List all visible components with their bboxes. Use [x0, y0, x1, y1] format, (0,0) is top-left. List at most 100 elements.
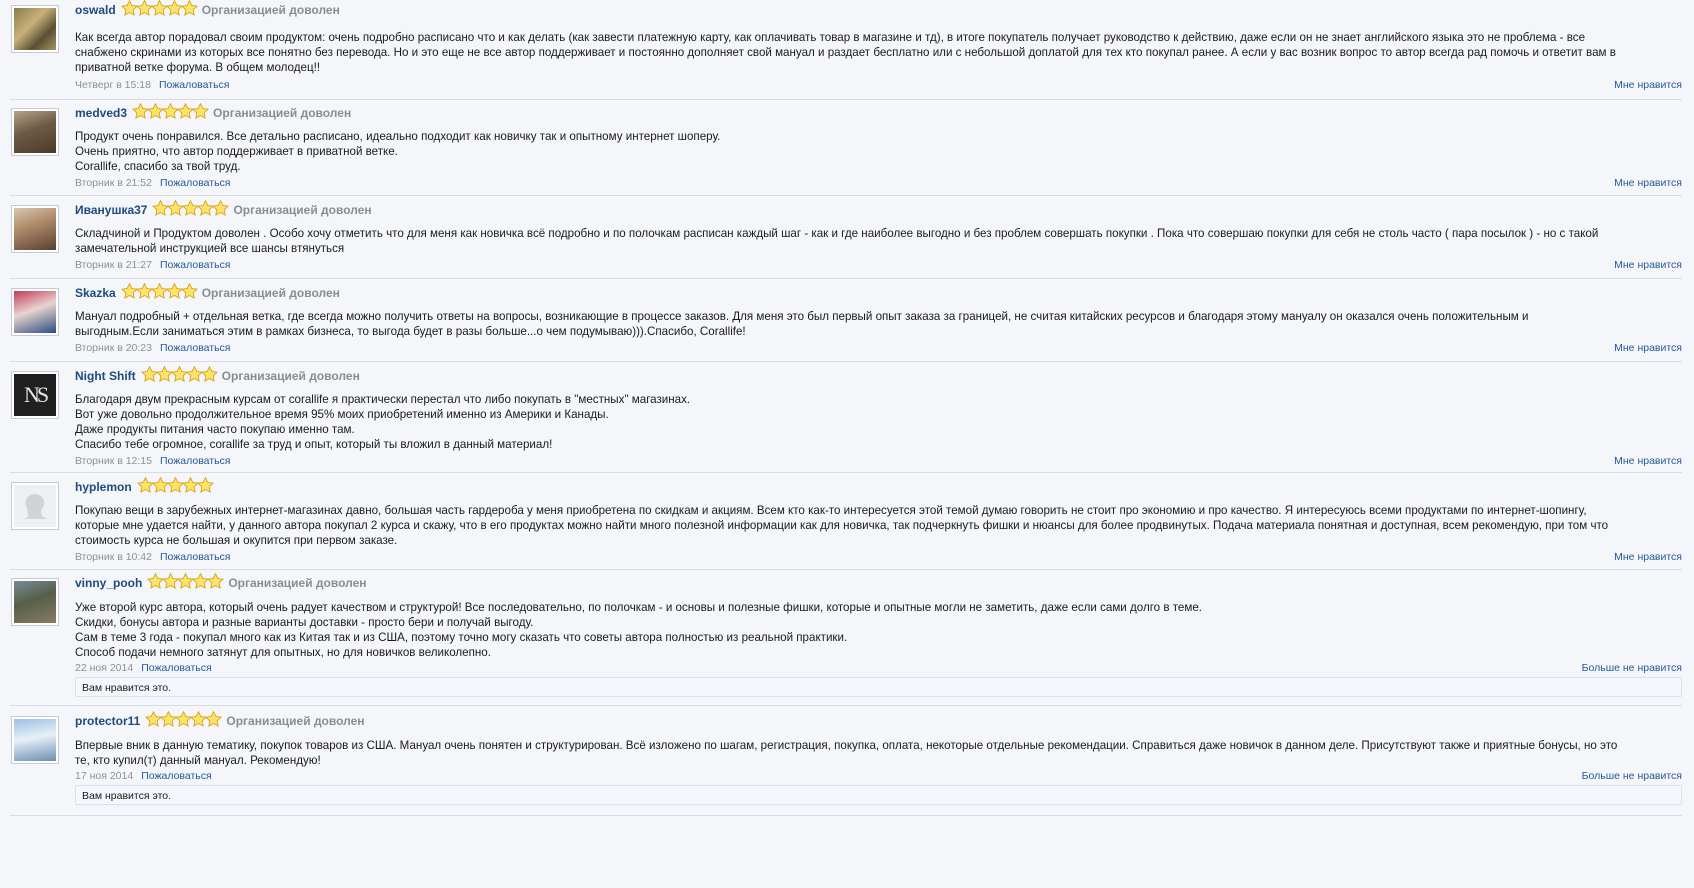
- report-link[interactable]: Пожаловаться: [141, 662, 212, 674]
- username-link[interactable]: Skazka: [75, 286, 116, 300]
- review-meta: 22 ноя 2014 Пожаловаться Больше не нравитс…: [75, 661, 1682, 675]
- review-text: Продукт очень понравился. Все детально р…: [75, 129, 1682, 174]
- review-timestamp: 22 ноя 2014: [75, 662, 134, 674]
- like-link[interactable]: Мне нравится: [1614, 176, 1682, 190]
- report-link[interactable]: Пожаловаться: [160, 455, 231, 467]
- rating-stars: [136, 477, 214, 497]
- review-meta: Вторник в 10:42 Пожаловаться Мне нравится: [75, 550, 1682, 564]
- report-link[interactable]: Пожаловаться: [160, 551, 231, 563]
- username-link[interactable]: medved3: [75, 106, 127, 120]
- star-icon: [162, 573, 180, 589]
- review-text-line: Покупаю вещи в зарубежных интернет-магаз…: [75, 504, 1587, 517]
- star-icon: [182, 200, 200, 216]
- star-icon: [180, 283, 198, 299]
- soldier-avatar[interactable]: [11, 5, 59, 53]
- username-link[interactable]: hyplemon: [75, 480, 132, 494]
- star-icon: [152, 200, 170, 216]
- review-text: Благодаря двум прекрасным курсам от cora…: [75, 392, 1682, 452]
- review-status: Организацией доволен: [201, 286, 340, 300]
- review-item: protector11 Организацией доволен Впервые в…: [10, 711, 1682, 816]
- report-link[interactable]: Пожаловаться: [159, 79, 230, 91]
- like-link[interactable]: Мне нравится: [1614, 258, 1682, 272]
- review-text-line: замечательной инструкцией все шансы втян…: [75, 242, 345, 255]
- review-item: Skazka Организацией доволен Мануал подробн…: [10, 283, 1682, 362]
- avatar-image: [14, 485, 56, 527]
- review-content: vinny_pooh Организацией доволен Уже второй…: [75, 573, 1682, 697]
- review-text-line: Продукт очень понравился. Все детально р…: [75, 130, 721, 143]
- review-content: Иванушка37 Организацией доволен Складчиной…: [75, 200, 1682, 271]
- star-icon: [147, 573, 165, 589]
- star-icon: [205, 711, 223, 727]
- like-link[interactable]: Мне нравится: [1614, 454, 1682, 468]
- report-link[interactable]: Пожаловаться: [141, 770, 212, 782]
- like-link[interactable]: Мне нравится: [1614, 78, 1682, 92]
- review-text-line: Как всегда автор порадовал своим продукт…: [75, 31, 1586, 44]
- review-timestamp: Четверг в 15:18: [75, 79, 151, 91]
- review-list: oswald Организацией доволен Как всегда авт…: [0, 0, 1694, 888]
- like-link[interactable]: Мне нравится: [1614, 341, 1682, 355]
- star-icon: [197, 200, 215, 216]
- avatar-image: NS: [14, 374, 56, 416]
- star-icon: [160, 711, 178, 727]
- default-silhouette-avatar[interactable]: [11, 482, 59, 530]
- review-meta: 17 ноя 2014 Пожаловаться Больше не нравитс…: [75, 769, 1682, 783]
- review-text: Покупаю вещи в зарубежных интернет-магаз…: [75, 503, 1682, 548]
- rating-stars: [147, 573, 225, 593]
- portrait-avatar[interactable]: [11, 205, 59, 253]
- like-link[interactable]: Мне нравится: [1614, 550, 1682, 564]
- star-icon: [120, 283, 138, 299]
- review-timestamp: Вторник в 20:23: [75, 342, 152, 354]
- review-header: hyplemon: [75, 477, 1682, 497]
- username-link[interactable]: oswald: [75, 3, 116, 17]
- review-text-line: приватной ветке форума. В общем молодец!…: [75, 61, 321, 74]
- review-text-line: Мануал подробный + отдельная ветка, где …: [75, 310, 1529, 323]
- star-icon: [177, 573, 195, 589]
- liked-note: Вам нравится это.: [75, 785, 1682, 805]
- review-timestamp: Вторник в 10:42: [75, 551, 152, 563]
- star-icon: [135, 0, 153, 16]
- review-item: oswald Организацией доволен Как всегда авт…: [10, 0, 1682, 100]
- username-link[interactable]: vinny_pooh: [75, 576, 142, 590]
- rifle-avatar[interactable]: [11, 578, 59, 626]
- review-text-line: Очень приятно, что автор поддерживает в …: [75, 145, 398, 158]
- review-header: Иванушка37 Организацией доволен: [75, 200, 1682, 220]
- report-link[interactable]: Пожаловаться: [160, 259, 231, 271]
- review-text-line: Скидки, бонусы автора и разные варианты …: [75, 616, 534, 629]
- ns-logo-avatar[interactable]: NS: [11, 371, 59, 419]
- review-meta: Вторник в 21:27 Пожаловаться Мне нравится: [75, 258, 1682, 272]
- review-status: Организацией доволен: [228, 576, 367, 590]
- star-icon: [180, 0, 198, 16]
- star-icon: [136, 477, 154, 493]
- username-link[interactable]: Night Shift: [75, 369, 136, 383]
- star-icon: [165, 0, 183, 16]
- star-icon: [162, 103, 180, 119]
- liked-note: Вам нравится это.: [75, 677, 1682, 697]
- report-link[interactable]: Пожаловаться: [160, 177, 231, 189]
- star-icon: [177, 103, 195, 119]
- star-icon: [212, 200, 230, 216]
- like-link[interactable]: Больше не нравится: [1582, 661, 1682, 675]
- avatar-image: [14, 291, 56, 333]
- report-link[interactable]: Пожаловаться: [160, 342, 231, 354]
- review-meta: Четверг в 15:18 Пожаловаться Мне нравится: [75, 78, 1682, 92]
- review-header: protector11 Организацией доволен: [75, 711, 1682, 731]
- star-icon: [192, 103, 210, 119]
- woman-sign-avatar[interactable]: [11, 288, 59, 336]
- review-status: Организацией доволен: [226, 714, 365, 728]
- like-link[interactable]: Больше не нравится: [1582, 769, 1682, 783]
- review-text-line: Благодаря двум прекрасным курсам от cora…: [75, 393, 691, 406]
- star-icon: [151, 477, 169, 493]
- username-link[interactable]: Иванушка37: [75, 203, 147, 217]
- review-text-line: те, кто купил(т) данный мануал. Рекоменд…: [75, 754, 321, 767]
- review-timestamp: Вторник в 21:27: [75, 259, 152, 271]
- star-icon: [192, 573, 210, 589]
- review-text-line: Corallife, спасибо за твой труд.: [75, 160, 241, 173]
- star-icon: [190, 711, 208, 727]
- rating-stars: [152, 200, 230, 220]
- review-meta: Вторник в 12:15 Пожаловаться Мне нравится: [75, 454, 1682, 468]
- bear-avatar[interactable]: [11, 108, 59, 156]
- username-link[interactable]: protector11: [75, 714, 140, 728]
- review-header: medved3 Организацией доволен: [75, 103, 1682, 123]
- star-icon: [167, 200, 185, 216]
- jet-avatar[interactable]: [11, 716, 59, 764]
